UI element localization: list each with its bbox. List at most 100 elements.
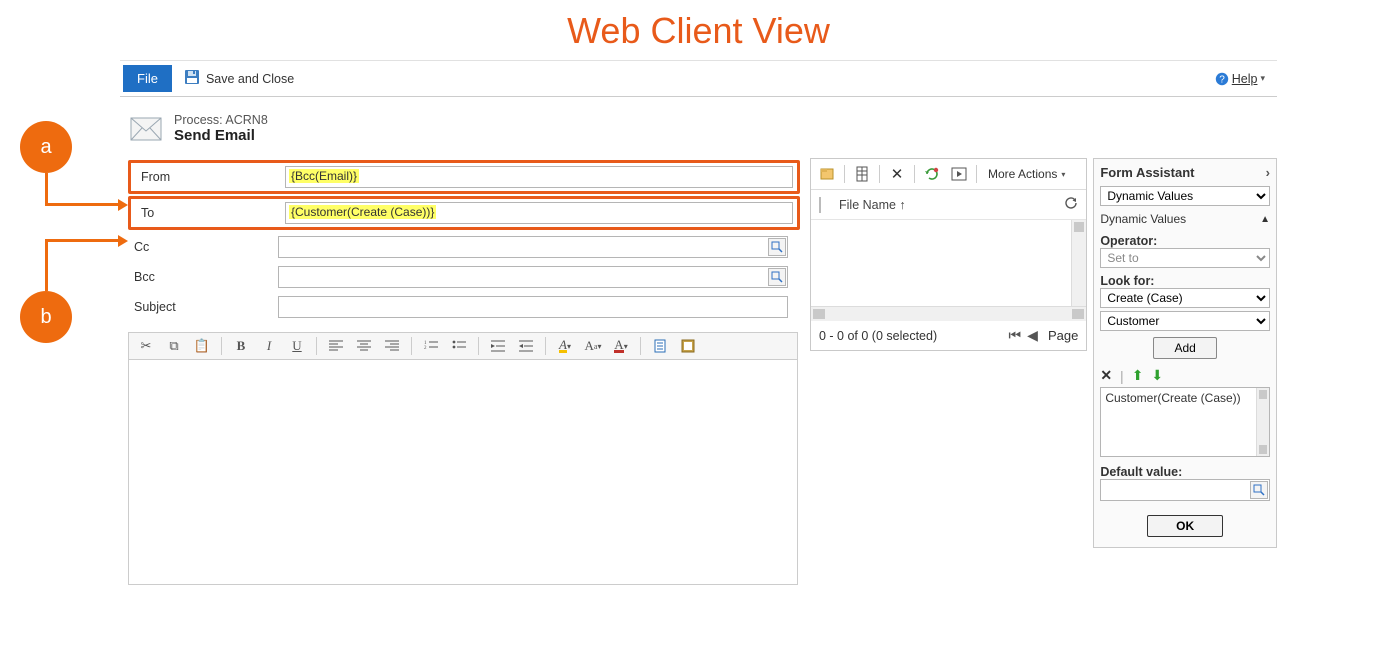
- lookfor-field-select[interactable]: Customer: [1100, 311, 1270, 331]
- default-lookup-button[interactable]: [1250, 481, 1268, 499]
- font-size-icon[interactable]: Aa▾: [584, 337, 602, 355]
- pager-prev-icon[interactable]: ◀: [1027, 327, 1038, 344]
- editor-toolbar: ✂ ⧉ 📋 B I U: [128, 332, 798, 360]
- paste-icon[interactable]: 📋: [193, 337, 211, 355]
- ordered-list-icon[interactable]: 12: [422, 337, 440, 355]
- toolbar-separator: [478, 337, 479, 355]
- editor-body[interactable]: [128, 360, 798, 585]
- bcc-row: Bcc: [128, 262, 800, 292]
- to-label: To: [135, 206, 285, 220]
- lookup-icon: [771, 241, 783, 253]
- highlight-color-icon[interactable]: A▾: [556, 337, 574, 355]
- toolbar-separator: [976, 165, 977, 183]
- underline-button[interactable]: U: [288, 337, 306, 355]
- attachment-grid-icon[interactable]: [850, 163, 874, 185]
- align-center-icon[interactable]: [355, 337, 373, 355]
- from-input[interactable]: [285, 166, 793, 188]
- to-input[interactable]: [285, 202, 793, 224]
- insert-template-icon[interactable]: [651, 337, 669, 355]
- horizontal-scrollbar[interactable]: [811, 306, 1086, 321]
- help-label: Help: [1232, 72, 1258, 86]
- envelope-icon: [130, 117, 162, 141]
- ok-button[interactable]: OK: [1147, 515, 1223, 537]
- unordered-list-icon[interactable]: [450, 337, 468, 355]
- to-row: To {Customer(Create (Case))}: [128, 196, 800, 230]
- save-and-close-button[interactable]: Save and Close: [184, 69, 294, 88]
- default-value-input[interactable]: [1100, 479, 1270, 501]
- attachments-header: File Name ↑: [811, 190, 1086, 220]
- callout-b-line-h: [45, 239, 120, 242]
- callout-b-arrow: [118, 235, 128, 247]
- from-row: From {Bcc(Email)}: [128, 160, 800, 194]
- toolbar-separator: [545, 337, 546, 355]
- subject-input[interactable]: [278, 296, 788, 318]
- insert-article-icon[interactable]: [679, 337, 697, 355]
- cc-row: Cc: [128, 232, 800, 262]
- cc-label: Cc: [128, 240, 278, 254]
- toolbar-separator: [914, 165, 915, 183]
- vertical-scrollbar[interactable]: [1256, 388, 1269, 456]
- cc-lookup-button[interactable]: [768, 238, 786, 256]
- operator-label: Operator:: [1100, 234, 1270, 248]
- lookfor-entity-select[interactable]: Create (Case): [1100, 288, 1270, 308]
- italic-button[interactable]: I: [260, 337, 278, 355]
- move-up-icon[interactable]: ⬆: [1132, 367, 1144, 384]
- assistant-mode-select[interactable]: Dynamic Values: [1100, 186, 1270, 206]
- copy-icon[interactable]: ⧉: [165, 337, 183, 355]
- operator-select[interactable]: Set to: [1100, 248, 1270, 268]
- lookfor-label: Look for:: [1100, 274, 1270, 288]
- section-collapse-icon[interactable]: ▲: [1260, 214, 1270, 225]
- delete-attachment-icon[interactable]: ✕: [885, 163, 909, 185]
- bold-button[interactable]: B: [232, 337, 250, 355]
- form-assistant-panel: Form Assistant › Dynamic Values Dynamic …: [1093, 158, 1277, 548]
- cut-icon[interactable]: ✂: [137, 337, 155, 355]
- list-item[interactable]: Customer(Create (Case)): [1105, 391, 1240, 405]
- dynamic-values-section[interactable]: Dynamic Values: [1100, 212, 1186, 226]
- cc-input[interactable]: [278, 236, 788, 258]
- lookup-icon: [1253, 484, 1265, 496]
- more-actions-label: More Actions: [988, 167, 1057, 181]
- pager-first-icon[interactable]: ⏮: [1009, 327, 1022, 344]
- collapse-chevron-icon[interactable]: ›: [1266, 165, 1270, 180]
- vertical-scrollbar[interactable]: [1071, 220, 1086, 306]
- form-title: Send Email: [174, 127, 268, 144]
- attachments-status: 0 - 0 of 0 (0 selected): [819, 329, 937, 343]
- attachments-panel: ✕ More Actions ▾ File Name ↑: [810, 158, 1087, 351]
- callout-b: b: [20, 291, 72, 343]
- subject-row: Subject: [128, 292, 800, 322]
- bcc-lookup-button[interactable]: [768, 268, 786, 286]
- callout-b-line-v: [45, 239, 48, 291]
- callout-a-arrow: [118, 199, 128, 211]
- page-heading: Web Client View: [0, 10, 1397, 52]
- refresh-icon[interactable]: [1064, 196, 1078, 213]
- move-down-icon[interactable]: ⬇: [1151, 367, 1163, 384]
- selected-fields-list[interactable]: Customer(Create (Case)): [1100, 387, 1270, 457]
- toolbar-separator: [640, 337, 641, 355]
- align-left-icon[interactable]: [327, 337, 345, 355]
- attachments-body: [811, 220, 1086, 306]
- toolbar-separator: [844, 165, 845, 183]
- more-actions-menu[interactable]: More Actions ▾: [988, 167, 1065, 181]
- remove-item-icon[interactable]: ✕: [1100, 367, 1112, 384]
- topbar: File Save and Close ? Help ▾: [120, 61, 1277, 97]
- attachments-footer: 0 - 0 of 0 (0 selected) ⏮ ◀ Page: [811, 321, 1086, 350]
- app-frame: a b File Save and Close ? Help ▾ Process…: [120, 60, 1277, 585]
- help-link[interactable]: ? Help ▾: [1215, 72, 1265, 86]
- subject-label: Subject: [128, 300, 278, 314]
- indent-icon[interactable]: [517, 337, 535, 355]
- page-label: Page: [1048, 328, 1078, 343]
- process-line: Process: ACRN8: [174, 113, 268, 127]
- outdent-icon[interactable]: [489, 337, 507, 355]
- help-caret-icon: ▾: [1260, 73, 1265, 84]
- run-attachment-icon[interactable]: [947, 163, 971, 185]
- font-color-icon[interactable]: A▾: [612, 337, 630, 355]
- new-attachment-icon[interactable]: [815, 163, 839, 185]
- file-name-column[interactable]: File Name ↑: [821, 198, 1064, 212]
- file-button[interactable]: File: [123, 65, 172, 92]
- callout-a: a: [20, 121, 72, 173]
- refresh-attachment-icon[interactable]: [920, 163, 944, 185]
- bcc-input[interactable]: [278, 266, 788, 288]
- add-button[interactable]: Add: [1153, 337, 1216, 359]
- align-right-icon[interactable]: [383, 337, 401, 355]
- from-label: From: [135, 170, 285, 184]
